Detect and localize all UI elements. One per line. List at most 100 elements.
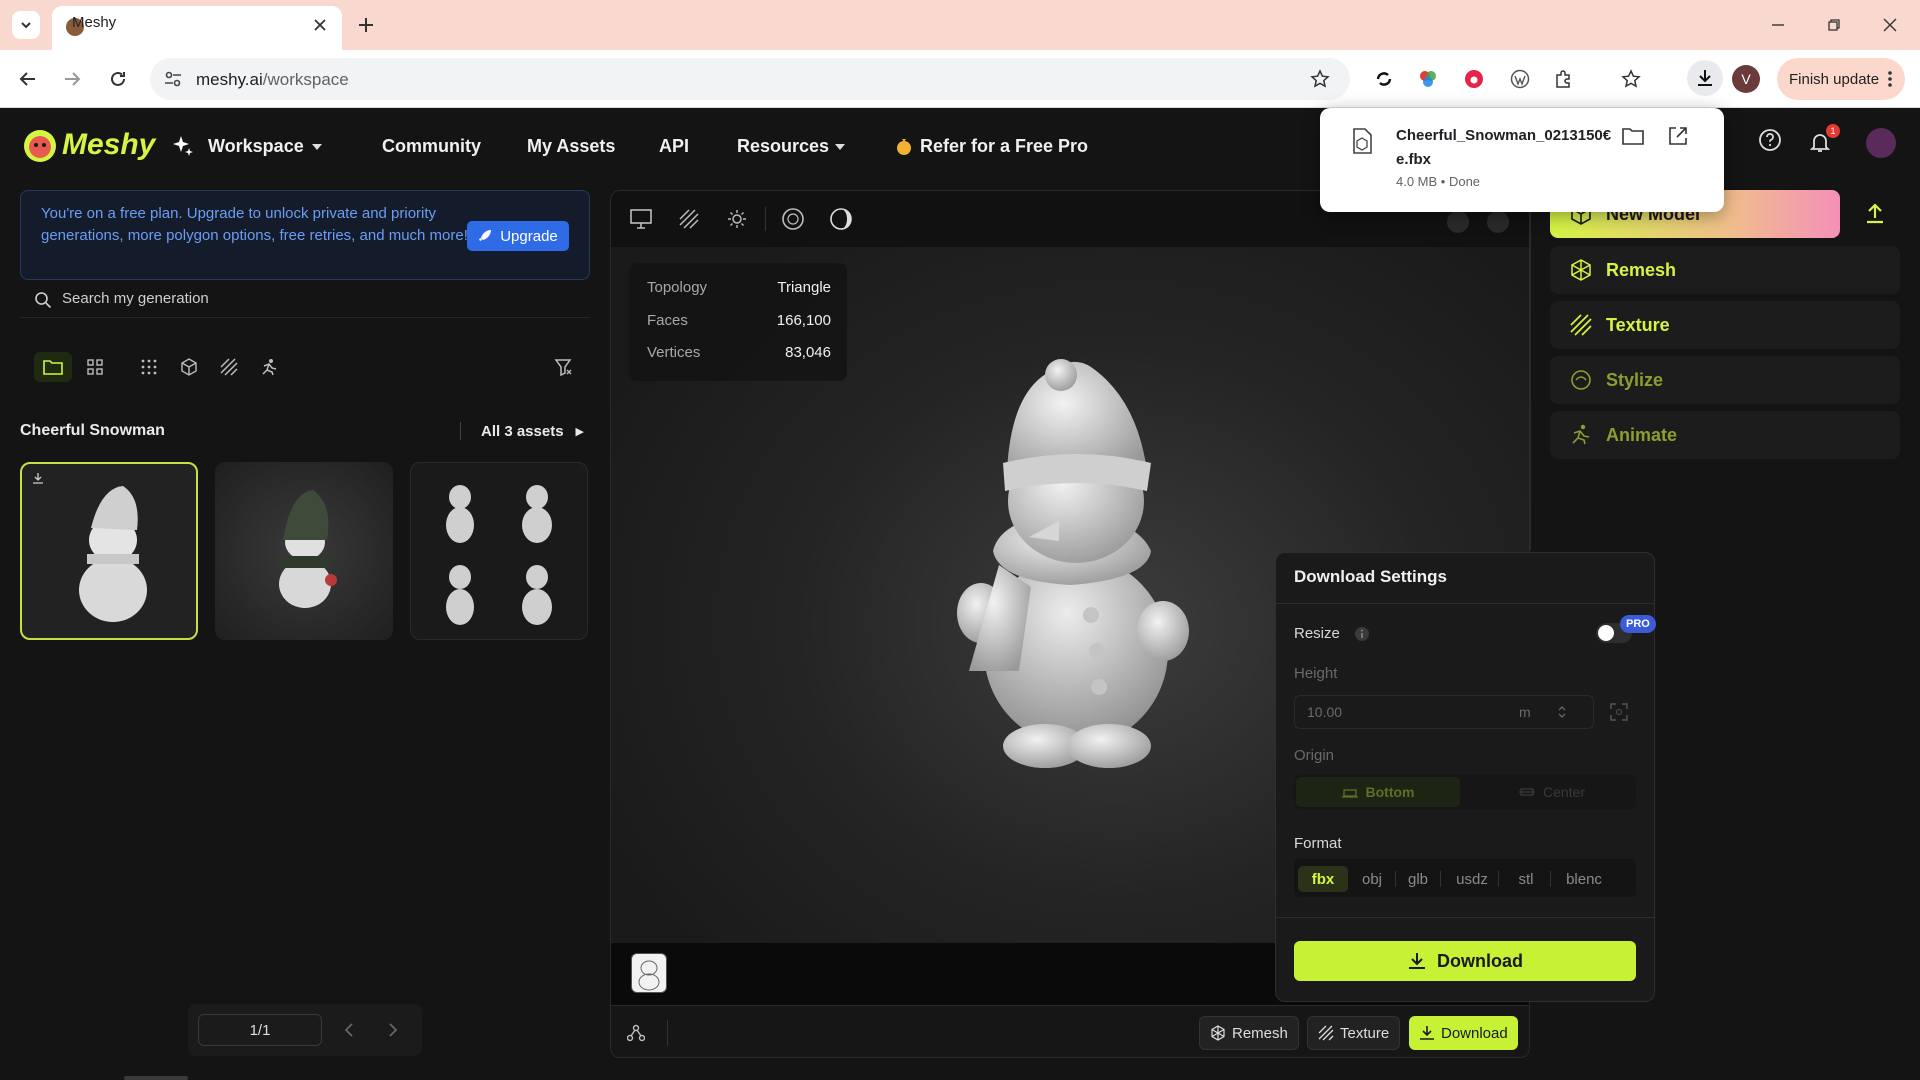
sync-extension-icon[interactable] bbox=[1370, 65, 1398, 93]
variant-thumbnail[interactable] bbox=[631, 953, 667, 993]
asset-thumbnail-1[interactable] bbox=[20, 462, 198, 640]
download-button-label: Download bbox=[1437, 950, 1523, 971]
shaded-sphere-icon[interactable] bbox=[827, 205, 855, 233]
user-avatar[interactable] bbox=[1866, 128, 1896, 158]
filter-dots-icon[interactable] bbox=[130, 352, 168, 382]
height-unit: m bbox=[1519, 704, 1531, 720]
filter-animate-icon[interactable] bbox=[250, 352, 288, 382]
asset-thumbnail-2[interactable] bbox=[215, 462, 393, 640]
matcap-sphere-icon[interactable] bbox=[779, 205, 807, 233]
coin-icon bbox=[896, 137, 912, 157]
lighting-icon[interactable] bbox=[723, 205, 751, 233]
resize-label: Resize bbox=[1294, 625, 1340, 642]
all-assets-link[interactable]: All 3 assets ▸ bbox=[460, 422, 583, 440]
origin-center-option[interactable]: Center bbox=[1470, 777, 1634, 807]
height-label: Height bbox=[1294, 665, 1338, 682]
origin-bottom-label: Bottom bbox=[1365, 784, 1415, 800]
format-option-usdz[interactable]: usdz bbox=[1448, 866, 1496, 892]
prev-page-icon[interactable] bbox=[344, 1022, 354, 1038]
format-divider bbox=[1395, 871, 1396, 887]
nav-workspace-label: Workspace bbox=[208, 136, 304, 156]
filter-grid-icon[interactable] bbox=[76, 352, 114, 382]
node-graph-icon[interactable] bbox=[627, 1024, 645, 1042]
notifications-button[interactable]: 1 bbox=[1806, 124, 1840, 160]
height-input[interactable]: 10.00 m bbox=[1294, 695, 1594, 729]
format-option-obj[interactable]: obj bbox=[1352, 866, 1392, 892]
bottom-remesh-button[interactable]: Remesh bbox=[1199, 1016, 1299, 1050]
right-panel-divider bbox=[1530, 190, 1531, 550]
nav-my-assets[interactable]: My Assets bbox=[527, 136, 615, 157]
stylize-card[interactable]: Stylize bbox=[1550, 356, 1900, 404]
filter-cube-icon[interactable] bbox=[170, 352, 208, 382]
download-button[interactable]: Download bbox=[1294, 941, 1636, 981]
remesh-card[interactable]: Remesh bbox=[1550, 246, 1900, 294]
file-icon bbox=[1350, 128, 1374, 154]
toggle-knob bbox=[1598, 625, 1614, 641]
search-icon bbox=[34, 291, 52, 309]
finish-update-button[interactable]: Finish update bbox=[1777, 58, 1905, 100]
snowman-textured-image bbox=[279, 490, 337, 608]
stylize-label: Stylize bbox=[1606, 369, 1664, 390]
bookmark-star-icon[interactable] bbox=[1310, 69, 1330, 89]
nav-refer[interactable]: Refer for a Free Pro bbox=[896, 128, 1096, 168]
nav-community[interactable]: Community bbox=[382, 136, 481, 157]
format-divider bbox=[1498, 871, 1499, 887]
new-tab-icon[interactable] bbox=[352, 11, 380, 39]
origin-bottom-option[interactable]: Bottom bbox=[1296, 777, 1460, 807]
info-icon[interactable] bbox=[1354, 626, 1370, 642]
stat-value: 166,100 bbox=[776, 312, 831, 329]
format-option-glb[interactable]: glb bbox=[1398, 866, 1438, 892]
format-option-fbx[interactable]: fbx bbox=[1298, 866, 1348, 892]
close-tab-icon[interactable] bbox=[306, 11, 334, 39]
nav-api[interactable]: API bbox=[659, 136, 689, 157]
upload-icon[interactable] bbox=[1864, 202, 1886, 224]
profile-avatar[interactable]: V bbox=[1732, 65, 1760, 93]
asset-thumbnail-3[interactable] bbox=[410, 462, 588, 640]
generation-title: Cheerful Snowman bbox=[20, 422, 165, 439]
open-external-icon[interactable] bbox=[1668, 126, 1688, 146]
texture-card[interactable]: Texture bbox=[1550, 301, 1900, 349]
monitor-icon[interactable] bbox=[627, 205, 655, 233]
download-small-icon bbox=[32, 472, 44, 484]
opera-extension-icon[interactable] bbox=[1460, 65, 1488, 93]
filter-funnel-icon[interactable] bbox=[544, 352, 582, 382]
close-window-icon[interactable] bbox=[1876, 11, 1904, 39]
downloads-icon[interactable] bbox=[1687, 60, 1723, 96]
back-icon[interactable] bbox=[14, 65, 42, 93]
format-option-stl[interactable]: stl bbox=[1506, 866, 1546, 892]
nav-workspace[interactable]: Workspace bbox=[172, 128, 332, 168]
bottom-remesh-label: Remesh bbox=[1232, 1024, 1288, 1042]
restore-icon[interactable] bbox=[1820, 11, 1848, 39]
extensions-puzzle-icon[interactable] bbox=[1550, 65, 1578, 93]
reading-list-icon[interactable] bbox=[1617, 65, 1645, 93]
wireframe-icon[interactable] bbox=[675, 205, 703, 233]
bottom-texture-button[interactable]: Texture bbox=[1307, 1016, 1401, 1050]
color-extension-icon[interactable] bbox=[1414, 65, 1442, 93]
page-indicator[interactable]: 1/1 bbox=[198, 1014, 322, 1046]
nav-resources[interactable]: Resources bbox=[737, 128, 857, 168]
forward-icon[interactable] bbox=[58, 65, 86, 93]
bottom-download-button[interactable]: Download bbox=[1409, 1016, 1518, 1050]
upgrade-button[interactable]: Upgrade bbox=[467, 221, 569, 251]
unit-stepper-icon[interactable] bbox=[1557, 704, 1567, 720]
fit-bounds-icon[interactable] bbox=[1610, 703, 1628, 721]
wordpress-extension-icon[interactable] bbox=[1506, 65, 1534, 93]
site-info-icon[interactable] bbox=[164, 70, 182, 88]
show-in-folder-icon[interactable] bbox=[1622, 126, 1644, 146]
camera-icon-2[interactable] bbox=[1487, 211, 1509, 233]
tab-search-icon[interactable] bbox=[12, 11, 40, 39]
animate-card[interactable]: Animate bbox=[1550, 411, 1900, 459]
minimize-icon[interactable] bbox=[1764, 11, 1792, 39]
downloaded-file-name[interactable]: Cheerful_Snowman_0213150€ e.fbx bbox=[1396, 124, 1618, 172]
next-page-icon[interactable] bbox=[388, 1022, 398, 1038]
format-divider bbox=[1550, 871, 1551, 887]
help-icon[interactable] bbox=[1758, 128, 1782, 152]
camera-icon[interactable] bbox=[1447, 211, 1469, 233]
search-generation-input[interactable]: Search my generation bbox=[20, 282, 590, 318]
format-option-blend[interactable]: blenc bbox=[1554, 866, 1614, 892]
meshy-logo[interactable]: Meshy bbox=[22, 122, 162, 172]
address-bar[interactable]: meshy.ai/workspace bbox=[150, 58, 1350, 100]
filter-texture-icon[interactable] bbox=[210, 352, 248, 382]
filter-folder-icon[interactable] bbox=[34, 352, 72, 382]
reload-icon[interactable] bbox=[104, 65, 132, 93]
